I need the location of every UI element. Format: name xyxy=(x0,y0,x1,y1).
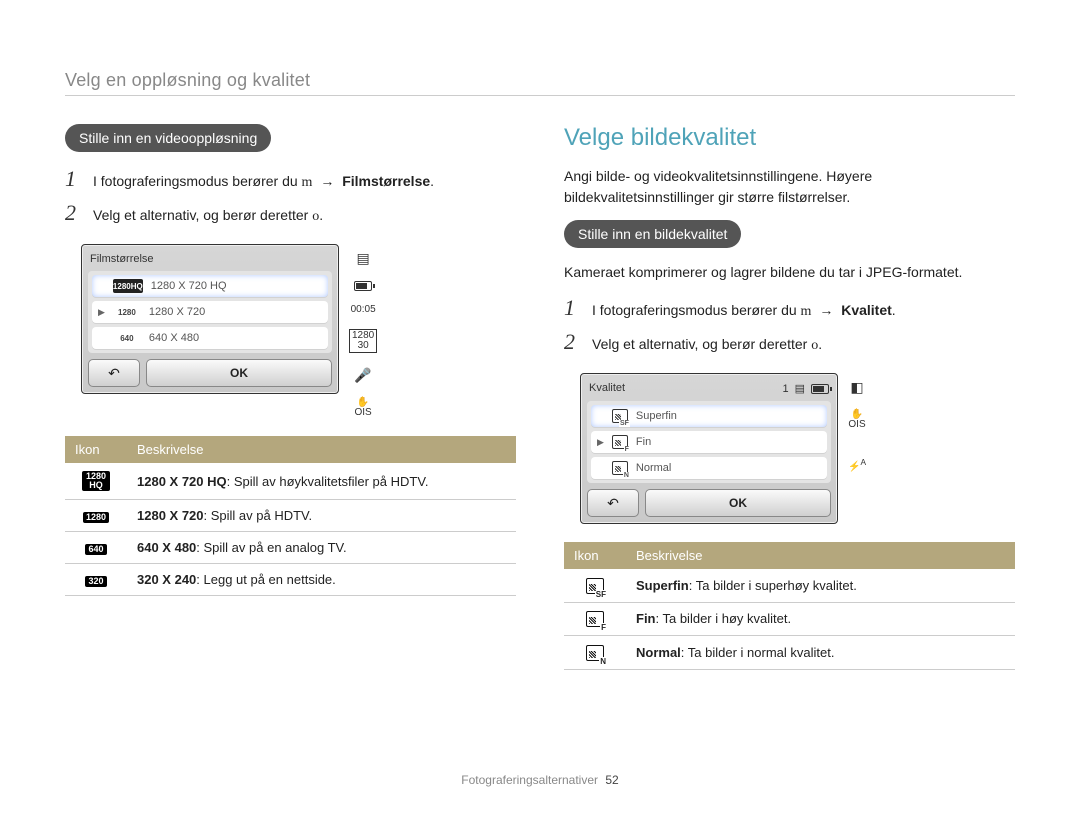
table-row: F Fin: Ta bilder i høy kvalitet. xyxy=(564,602,1015,636)
screen-option-superfine[interactable]: ▶ SF Superfin xyxy=(591,405,827,427)
option-label: Fin xyxy=(636,436,651,448)
ok-button[interactable]: OK xyxy=(645,489,831,517)
back-arrow-icon: ↶ xyxy=(607,495,619,512)
menu-icon: m xyxy=(801,304,812,319)
camera-screen-quality: Kvalitet 1 ▤ ▶ SF Superfin ▶ F xyxy=(580,373,838,524)
camera-screen-filmsize: Filmstørrelse ▶ 1280HQ 1280 X 720 HQ ▶ 1… xyxy=(81,244,339,394)
table-header-icon: Ikon xyxy=(564,542,626,569)
screen-option-fine[interactable]: ▶ F Fin xyxy=(591,431,827,453)
option-label: Normal xyxy=(636,462,671,474)
resolution-badge-icon: 320 xyxy=(85,576,106,587)
pill-image-quality: Stille inn en bildekvalitet xyxy=(564,220,741,248)
back-button[interactable]: ↶ xyxy=(587,489,639,517)
mode-icon: ◧ xyxy=(850,379,863,396)
table-row: SF Superfin: Ta bilder i superhøy kvalit… xyxy=(564,569,1015,602)
step-text: Velg et alternativ, og berør deretter o. xyxy=(592,336,822,354)
quality-icon: N xyxy=(586,645,604,661)
screen-side-icons: ▤ 00:05 128030 🎤 ✋OIS xyxy=(349,244,377,418)
option-label: 1280 X 720 HQ xyxy=(151,280,227,292)
step-text: I fotograferingsmodus berører du m → Kva… xyxy=(592,302,896,320)
ois-icon: ✋OIS xyxy=(355,398,372,418)
card-icon: ▤ xyxy=(357,250,370,267)
resolution-badge-icon: 1280HQ xyxy=(113,279,143,293)
option-label: 1280 X 720 xyxy=(149,306,205,318)
image-quality-table: Ikon Beskrivelse SF Superfin: Ta bilder … xyxy=(564,542,1015,670)
ois-icon: ✋OIS xyxy=(848,410,865,430)
screen-option-normal[interactable]: ▶ N Normal xyxy=(591,457,827,479)
selection-triangle-icon: ▶ xyxy=(98,307,105,318)
step-number: 1 xyxy=(564,295,582,321)
fps-icon: 128030 xyxy=(349,329,377,353)
pill-video-resolution: Stille inn en videooppløsning xyxy=(65,124,271,152)
quality-icon: N xyxy=(612,461,628,475)
table-header-desc: Beskrivelse xyxy=(626,542,1015,569)
flash-auto-icon: ⚡A xyxy=(848,458,866,472)
step-text: I fotograferingsmodus berører du m → Fil… xyxy=(93,173,434,191)
back-arrow-icon: ↶ xyxy=(108,365,120,382)
step-number: 1 xyxy=(65,166,83,192)
counter-label: 1 xyxy=(782,383,788,395)
screen-option-1280-hq[interactable]: ▶ 1280HQ 1280 X 720 HQ xyxy=(92,275,328,297)
footer-section: Fotograferingsalternativer xyxy=(461,773,598,787)
step-number: 2 xyxy=(564,329,582,355)
left-steps: 1 I fotograferingsmodus berører du m → F… xyxy=(65,166,516,226)
timer-label: 00:05 xyxy=(351,305,376,315)
quality-icon: SF xyxy=(586,578,604,594)
note-text: Kameraet komprimerer og lagrer bildene d… xyxy=(564,262,1015,283)
back-button[interactable]: ↶ xyxy=(88,359,140,387)
table-row: N Normal: Ta bilder i normal kvalitet. xyxy=(564,636,1015,670)
left-column: Stille inn en videooppløsning 1 I fotogr… xyxy=(65,124,516,670)
step-text: Velg et alternativ, og berør deretter o. xyxy=(93,207,323,225)
resolution-badge-icon: 1280HQ xyxy=(82,471,110,491)
table-header-icon: Ikon xyxy=(65,436,127,463)
option-label: 640 X 480 xyxy=(149,332,199,344)
page-footer: Fotograferingsalternativer 52 xyxy=(0,773,1080,787)
battery-icon xyxy=(354,281,372,291)
right-column: Velge bildekvalitet Angi bilde- og video… xyxy=(564,124,1015,670)
card-icon: ▤ xyxy=(795,382,805,395)
battery-icon xyxy=(811,384,829,394)
right-steps: 1 I fotograferingsmodus berører du m → K… xyxy=(564,295,1015,355)
arrow-icon: → xyxy=(320,173,334,189)
page-number: 52 xyxy=(605,773,618,787)
screen-option-640[interactable]: ▶ 640 640 X 480 xyxy=(92,327,328,349)
resolution-badge-icon: 640 xyxy=(113,331,141,345)
option-label: Superfin xyxy=(636,410,677,422)
ok-button[interactable]: OK xyxy=(146,359,332,387)
screen-title: Kvalitet xyxy=(589,382,625,395)
intro-text: Angi bilde- og videokvalitetsinnstilling… xyxy=(564,166,1015,208)
screen-title: Filmstørrelse xyxy=(90,253,154,265)
quality-icon: F xyxy=(612,435,628,449)
resolution-badge-icon: 640 xyxy=(85,544,106,555)
table-row: 1280HQ 1280 X 720 HQ: Spill av høykvalit… xyxy=(65,463,516,500)
step-number: 2 xyxy=(65,200,83,226)
table-row: 640 640 X 480: Spill av på en analog TV. xyxy=(65,532,516,564)
table-header-desc: Beskrivelse xyxy=(127,436,516,463)
arrow-icon: → xyxy=(819,302,833,318)
screen-side-icons: ◧ ✋OIS ⚡A xyxy=(848,373,866,472)
quality-icon: SF xyxy=(612,409,628,423)
table-row: 1280 1280 X 720: Spill av på HDTV. xyxy=(65,500,516,532)
screen-option-1280[interactable]: ▶ 1280 1280 X 720 xyxy=(92,301,328,323)
table-row: 320 320 X 240: Legg ut på en nettside. xyxy=(65,564,516,596)
resolution-badge-icon: 1280 xyxy=(83,512,109,523)
quality-icon: F xyxy=(586,611,604,627)
video-resolution-table: Ikon Beskrivelse 1280HQ 1280 X 720 HQ: S… xyxy=(65,436,516,596)
menu-icon: m xyxy=(302,175,313,190)
mic-icon: 🎤 xyxy=(354,367,371,384)
breadcrumb: Velg en oppløsning og kvalitet xyxy=(65,70,1015,96)
selection-triangle-icon: ▶ xyxy=(597,437,604,448)
resolution-badge-icon: 1280 xyxy=(113,305,141,319)
section-title: Velge bildekvalitet xyxy=(564,124,1015,152)
